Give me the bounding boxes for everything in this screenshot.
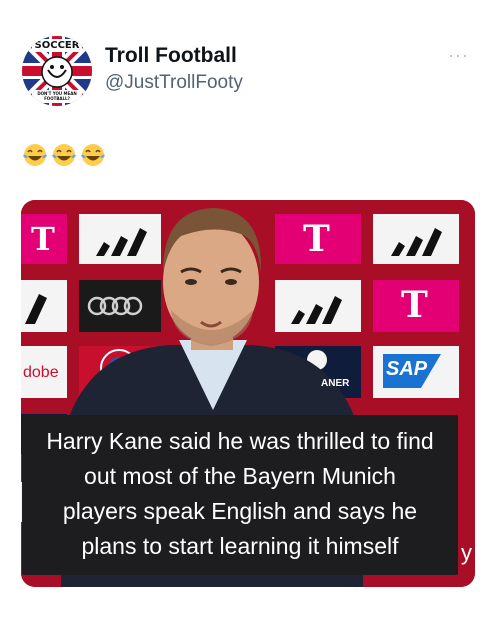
caption-line: Harry Kane said he was thrilled to find [46, 428, 434, 454]
avatar-top-text: SOCCER [34, 40, 80, 51]
partial-logo-text: y [461, 540, 472, 565]
avatar-bottom-text: DON'T YOU MEAN FOOTBALL? [37, 91, 77, 101]
sap-logo-text: SAP [386, 358, 428, 380]
user-handle[interactable]: @JustTrollFooty [105, 72, 243, 94]
telekom-logo-text: T [303, 218, 330, 260]
adobe-logo-text: dobe [23, 364, 59, 381]
display-name[interactable]: Troll Football [105, 44, 237, 68]
paulaner-logo-text: ANER [321, 378, 350, 389]
avatar[interactable]: SOCCER DON'T YOU MEAN FOOTBALL? [22, 36, 92, 106]
caption-line: players speak English and says he [62, 498, 418, 524]
tears-of-joy-emoji [81, 144, 105, 166]
tears-of-joy-emoji [52, 144, 76, 166]
tears-of-joy-emoji [23, 144, 47, 166]
caption-text: Harry Kane said he was thrilled to find … [22, 424, 458, 564]
audi-logo-panel [79, 280, 161, 332]
caption-line: plans to start learning it himself [81, 533, 399, 559]
more-options-icon[interactable]: ··· [448, 45, 469, 66]
telekom-logo-text: T [401, 284, 428, 326]
caption-box: Harry Kane said he was thrilled to find … [22, 415, 458, 575]
caption-line: out most of the Bayern Munich [84, 463, 396, 489]
emoji-row [22, 142, 106, 168]
telekom-logo-text: T [31, 220, 55, 258]
